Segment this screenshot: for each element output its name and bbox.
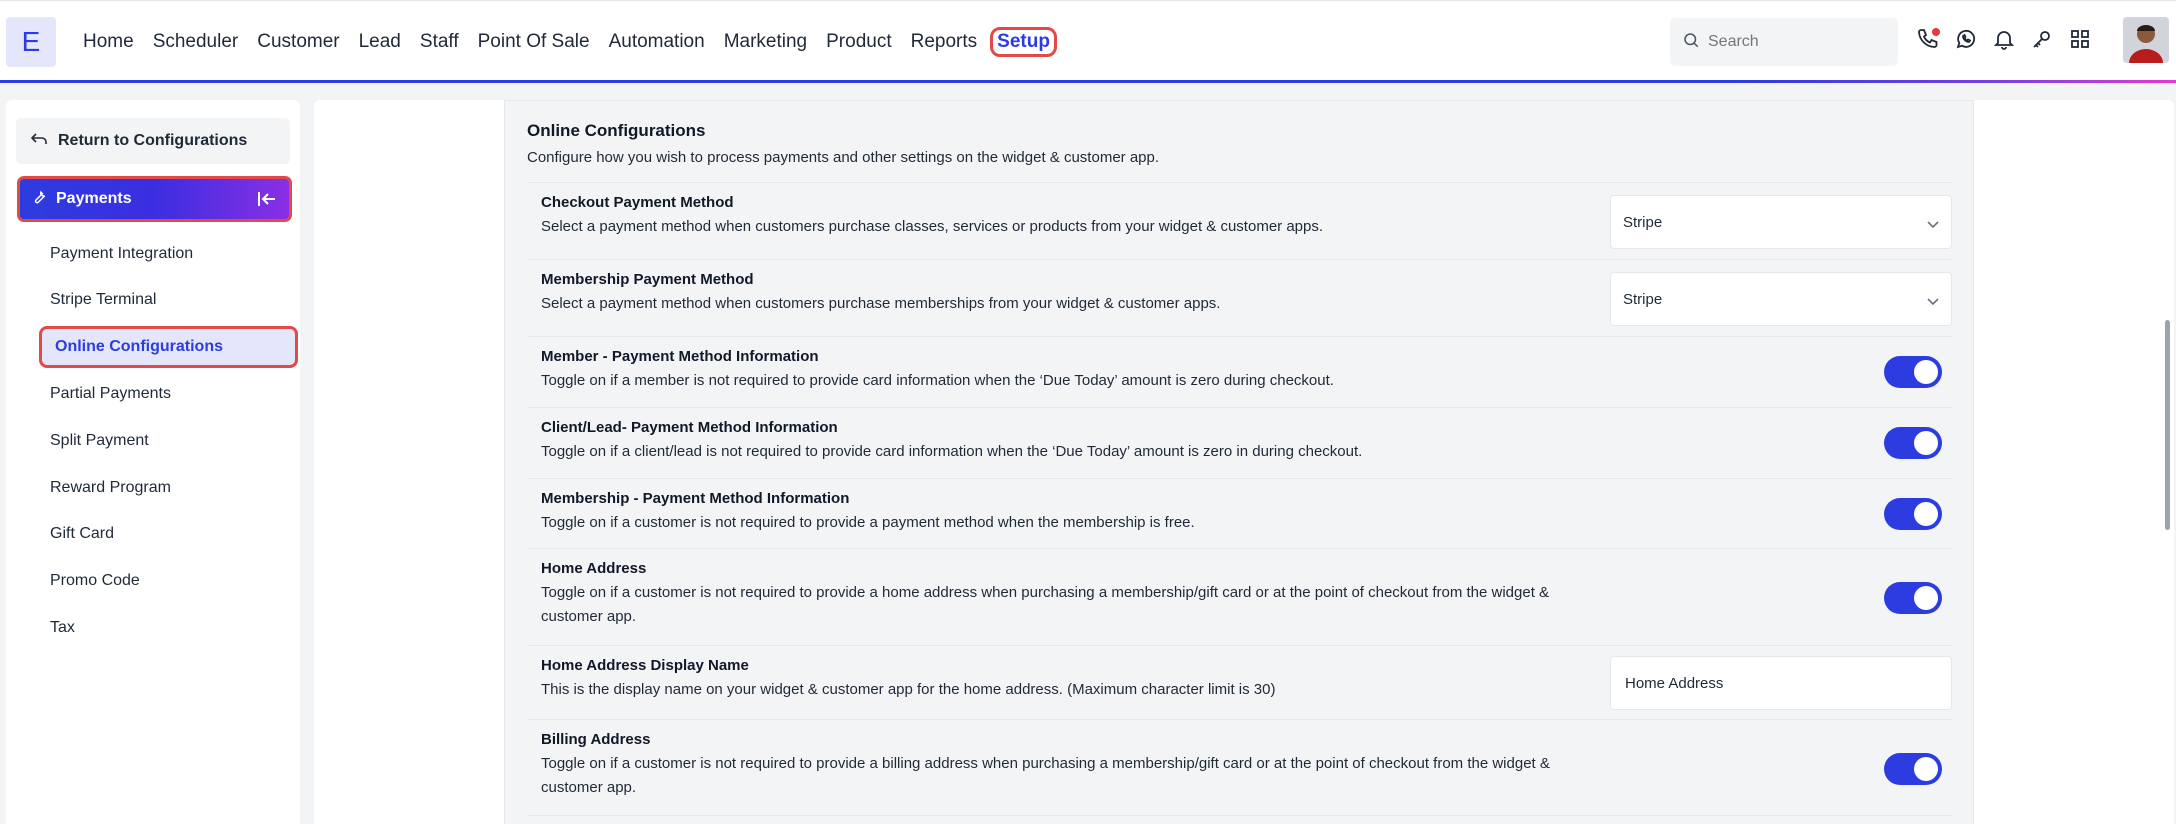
row-description: Toggle on if a customer is not required … [541,584,1550,625]
sidebar-item-partial-payments[interactable]: Partial Payments [50,382,171,406]
row-description: Toggle on if a member is not required to… [541,372,1334,389]
row-billing-address: Billing Address Toggle on if a customer … [527,719,1952,815]
key-icon[interactable] [2030,27,2054,51]
home-address-display-name-input[interactable] [1610,656,1952,710]
main-content: Online Configurations Configure how you … [314,100,2174,824]
row-description: Select a payment method when customers p… [541,295,1221,312]
bell-icon[interactable] [1992,27,2016,51]
sidebar-item-payment-integration[interactable]: Payment Integration [50,242,193,266]
online-configurations-panel: Online Configurations Configure how you … [504,100,1974,824]
sidebar-item-tax[interactable]: Tax [50,616,75,640]
phone-icon[interactable] [1916,27,1940,51]
row-description: Toggle on if a customer is not required … [541,755,1550,796]
top-navigation-bar: E Home Scheduler Customer Lead Staff Poi… [0,0,2176,82]
row-description: Toggle on if a client/lead is not requir… [541,443,1363,460]
row-member-payment-method-information: Member - Payment Method Information Togg… [527,336,1952,407]
toggle-knob [1914,502,1938,526]
main-nav: Home Scheduler Customer Lead Staff Point… [83,27,1076,57]
toggle-knob [1914,757,1938,781]
row-home-address: Home Address Toggle on if a customer is … [527,548,1952,645]
sidebar-item-reward-program[interactable]: Reward Program [50,476,171,500]
payments-section-header[interactable]: Payments [17,176,292,222]
top-icon-group [1916,27,2092,51]
sidebar-item-stripe-terminal[interactable]: Stripe Terminal [50,288,156,312]
row-membership-payment-method: Membership Payment Method Select a payme… [527,259,1952,336]
row-title: Home Address [541,560,647,577]
sidebar-item-gift-card[interactable]: Gift Card [50,522,114,546]
home-address-toggle[interactable] [1884,582,1942,614]
sidebar-item-split-payment[interactable]: Split Payment [50,429,149,453]
return-label: Return to Configurations [58,132,248,149]
phone-notification-dot [1932,28,1940,36]
row-description: Select a payment method when customers p… [541,218,1324,235]
apps-grid-icon[interactable] [2068,27,2092,51]
nav-staff[interactable]: Staff [420,27,459,57]
checkout-payment-method-select[interactable]: Stripe [1610,195,1952,249]
row-title: Member - Payment Method Information [541,348,819,365]
row-title: Membership - Payment Method Information [541,490,850,507]
sidebar-item-promo-code[interactable]: Promo Code [50,569,140,593]
toggle-knob [1914,431,1938,455]
row-title: Client/Lead- Payment Method Information [541,419,838,436]
nav-reports[interactable]: Reports [911,27,978,57]
row-client-lead-payment-method-information: Client/Lead- Payment Method Information … [527,407,1952,478]
search-icon [1682,31,1700,54]
back-arrow-icon [30,132,48,151]
panel-description: Configure how you wish to process paymen… [527,149,1160,166]
client-lead-payment-info-toggle[interactable] [1884,427,1942,459]
membership-payment-method-select[interactable]: Stripe [1610,272,1952,326]
toggle-knob [1914,586,1938,610]
payments-label: Payments [56,190,132,207]
member-payment-info-toggle[interactable] [1884,356,1942,388]
toggle-knob [1914,360,1938,384]
nav-home[interactable]: Home [83,27,134,57]
nav-customer[interactable]: Customer [257,27,339,57]
logo-letter: E [21,26,41,57]
select-value: Stripe [1623,290,1663,308]
return-to-configurations-button[interactable]: Return to Configurations [16,118,290,164]
row-divider [527,815,1952,816]
search-box[interactable] [1670,18,1898,66]
row-title: Billing Address [541,731,651,748]
row-description: This is the display name on your widget … [541,681,1276,698]
chevron-down-icon [1927,293,1939,310]
nav-marketing[interactable]: Marketing [724,27,807,57]
row-description: Toggle on if a customer is not required … [541,514,1195,531]
top-accent-line [0,80,2176,83]
panel-title: Online Configurations [527,121,706,140]
row-checkout-payment-method: Checkout Payment Method Select a payment… [527,182,1952,259]
wrench-icon [30,188,48,211]
settings-sidebar: Return to Configurations Payments Paymen… [6,100,300,824]
nav-automation[interactable]: Automation [609,27,705,57]
nav-scheduler[interactable]: Scheduler [153,27,239,57]
row-home-address-display-name: Home Address Display Name This is the di… [527,645,1952,719]
app-logo[interactable]: E [6,17,56,67]
nav-product[interactable]: Product [826,27,891,57]
select-value: Stripe [1623,213,1663,231]
nav-setup[interactable]: Setup [990,27,1057,57]
row-title: Home Address Display Name [541,657,749,674]
row-title: Checkout Payment Method [541,194,734,211]
chevron-down-icon [1927,216,1939,233]
row-membership-payment-method-information: Membership - Payment Method Information … [527,478,1952,548]
collapse-sidebar-icon[interactable] [257,190,277,213]
billing-address-toggle[interactable] [1884,753,1942,785]
row-title: Membership Payment Method [541,271,754,288]
membership-payment-info-toggle[interactable] [1884,498,1942,530]
user-avatar[interactable] [2123,17,2169,63]
sidebar-item-online-configurations[interactable]: Online Configurations [39,326,298,368]
nav-point-of-sale[interactable]: Point Of Sale [478,27,590,57]
main-scrollbar[interactable] [2165,320,2170,530]
nav-lead[interactable]: Lead [359,27,401,57]
search-input[interactable] [1708,33,1888,51]
whatsapp-icon[interactable] [1954,27,1978,51]
